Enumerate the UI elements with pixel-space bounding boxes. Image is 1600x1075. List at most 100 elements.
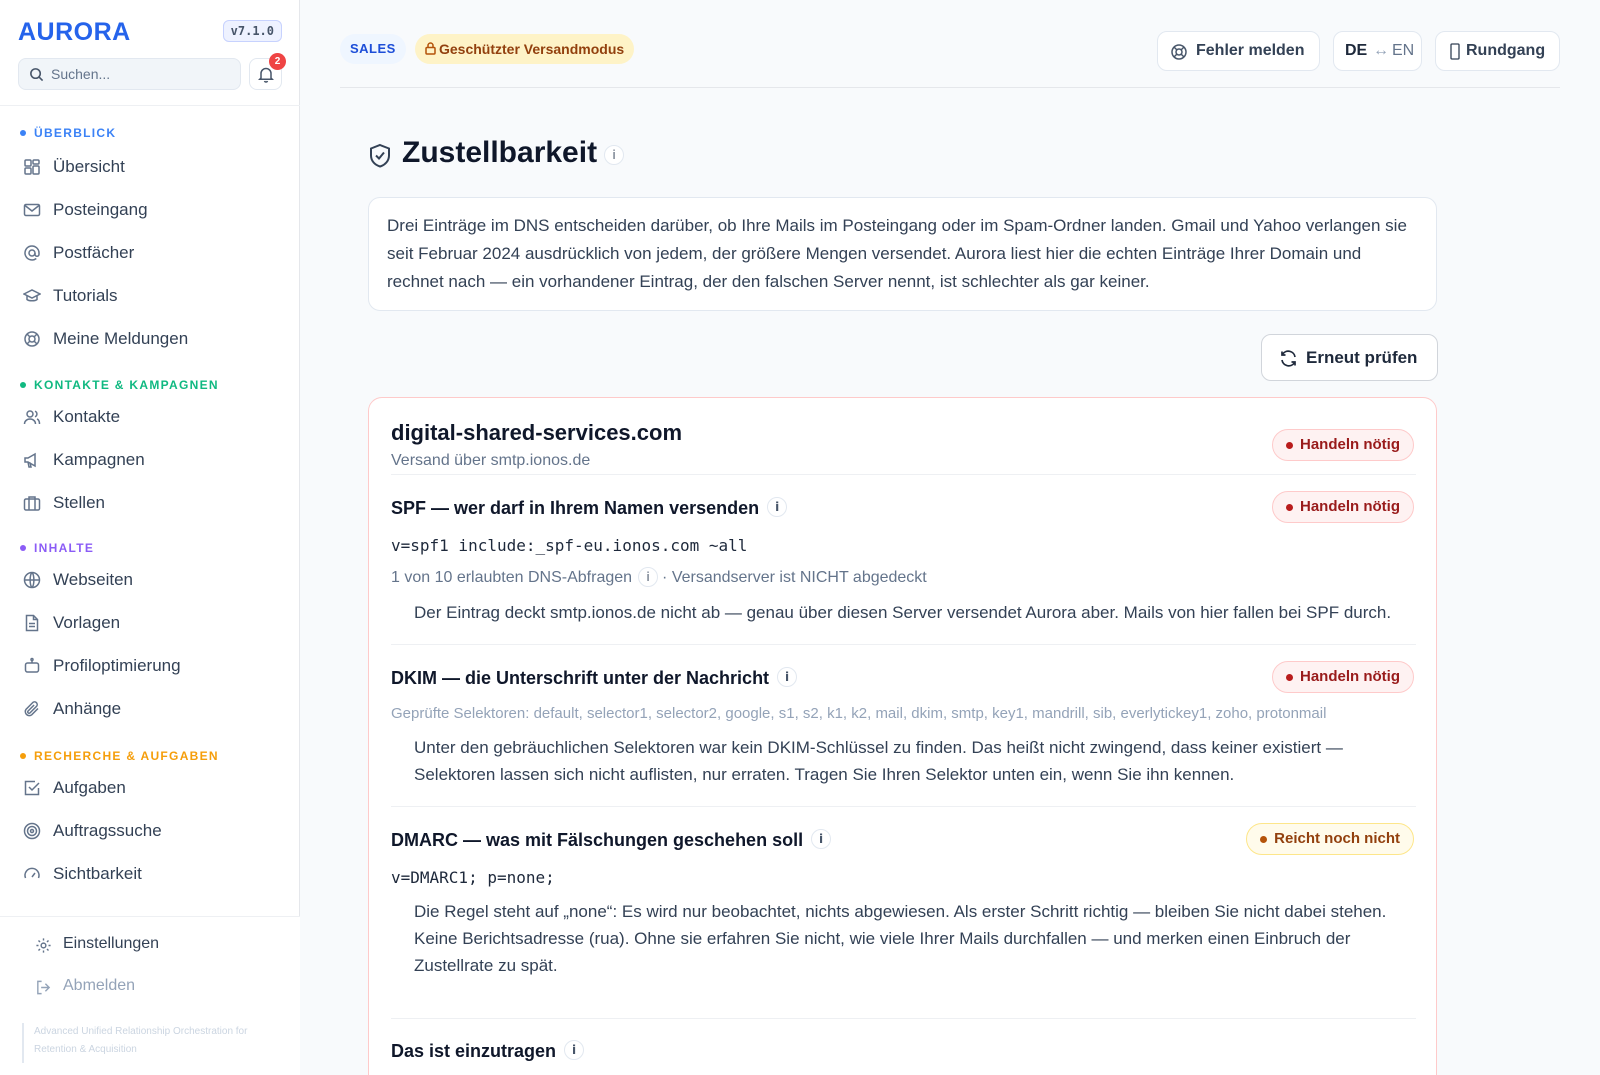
- compass-icon: [1450, 43, 1460, 60]
- sidebar-item-label: Anhänge: [53, 699, 122, 718]
- notifications-button[interactable]: 2: [249, 53, 286, 90]
- sidebar-item-label: Aufgaben: [53, 778, 126, 797]
- divider: [391, 1018, 1416, 1019]
- section-dot: [20, 129, 26, 136]
- version-badge: v7.1.0: [222, 20, 282, 42]
- lang-to: EN: [1392, 42, 1415, 59]
- lifebuoy-icon: [1171, 44, 1187, 60]
- info-icon[interactable]: i: [638, 567, 659, 587]
- sidebar-item-label: Tutorials: [53, 286, 118, 305]
- settings-label: Einstellungen: [63, 935, 160, 952]
- tour-label: Rundgang: [1466, 42, 1546, 59]
- dmarc-record: v=DMARC1; p=none;: [391, 868, 555, 887]
- shield-check-icon: [370, 143, 390, 168]
- sales-pill[interactable]: SALES: [340, 34, 406, 64]
- logout-icon: [37, 980, 51, 995]
- spf-coverage: · Versandserver ist NICHT abgedeckt: [662, 569, 927, 587]
- sidebar-item-anhaenge[interactable]: Anhänge: [20, 692, 282, 726]
- search-box[interactable]: [18, 58, 241, 90]
- sidebar-item-profiloptimierung[interactable]: Profiloptimierung: [20, 649, 282, 683]
- graduation-cap-icon: [23, 289, 41, 302]
- dmarc-status-badge: Reicht noch nicht: [1246, 823, 1414, 855]
- users-icon: [23, 410, 41, 425]
- to-enter-title: Das ist einzutragen i: [391, 1040, 585, 1062]
- retry-label: Erneut prüfen: [1306, 348, 1418, 367]
- info-icon[interactable]: i: [767, 497, 788, 518]
- dmarc-title: DMARC — was mit Fälschungen geschehen so…: [391, 829, 832, 851]
- file-text-icon: [25, 614, 39, 632]
- sidebar-item-uebersicht[interactable]: Übersicht: [20, 150, 282, 184]
- report-bug-label: Fehler melden: [1196, 42, 1305, 59]
- brand-row: AURORA v7.1.0: [18, 18, 282, 48]
- spf-note: Der Eintrag deckt smtp.ionos.de nicht ab…: [414, 603, 1392, 622]
- protected-mode-pill[interactable]: Geschützter Versandmodus: [415, 34, 635, 64]
- spf-meta: 1 von 10 erlaubten DNS-Abfragen i · Versan…: [391, 567, 927, 588]
- robot-icon: [24, 657, 40, 673]
- sidebar-item-kampagnen[interactable]: Kampagnen: [20, 443, 282, 477]
- sidebar-item-vorlagen[interactable]: Vorlagen: [20, 606, 282, 640]
- info-icon[interactable]: i: [604, 145, 624, 165]
- section-dot: [20, 381, 26, 388]
- sidebar-item-sichtbarkeit[interactable]: Sichtbarkeit: [20, 857, 282, 891]
- checkbox-icon: [24, 780, 40, 796]
- info-icon[interactable]: i: [564, 1040, 585, 1061]
- sidebar-item-webseiten[interactable]: Webseiten: [20, 563, 282, 597]
- app-logo[interactable]: AURORA: [18, 18, 131, 47]
- bell-icon: [258, 67, 274, 83]
- sidebar-item-auftragssuche[interactable]: Auftragssuche: [20, 814, 282, 848]
- info-icon[interactable]: i: [777, 667, 798, 688]
- logout-label: Abmelden: [63, 977, 136, 994]
- page-title: Zustellbarkeit: [402, 136, 598, 169]
- domain-name: digital-shared-services.com: [391, 420, 683, 445]
- search-input[interactable]: [51, 64, 231, 84]
- search-icon: [30, 68, 44, 82]
- sidebar-item-posteingang[interactable]: Posteingang: [20, 193, 282, 227]
- lang-from: DE: [1345, 42, 1368, 59]
- sidebar-item-stellen[interactable]: Stellen: [20, 486, 282, 520]
- sidebar-item-label: Postfächer: [53, 243, 135, 262]
- dashboard-icon: [24, 159, 40, 175]
- notification-count-badge: 2: [269, 53, 286, 70]
- section-title-contacts: KONTAKTE & KAMPAGNEN: [20, 377, 219, 393]
- domain-card: digital-shared-services.com Versand über…: [368, 397, 1437, 1075]
- sidebar: AURORA v7.1.0 2 ÜBERBLICK Übersicht Post…: [0, 0, 300, 1075]
- sidebar-item-postfaecher[interactable]: Postfächer: [20, 236, 282, 270]
- protected-mode-label: Geschützter Versandmodus: [439, 41, 625, 57]
- sidebar-footer: Einstellungen Abmelden Advanced Unified …: [0, 916, 300, 1075]
- sidebar-item-label: Übersicht: [53, 157, 125, 176]
- refresh-icon: [1281, 350, 1296, 367]
- paperclip-icon: [24, 701, 39, 717]
- sidebar-item-label: Kampagnen: [53, 450, 145, 469]
- lifebuoy-icon: [24, 331, 40, 347]
- divider: [391, 806, 1416, 807]
- app-tagline: Advanced Unified Relationship Orchestrat…: [22, 1023, 272, 1063]
- language-toggle[interactable]: DE ↔ EN: [1333, 31, 1422, 71]
- spf-title: SPF — wer darf in Ihrem Namen versenden i: [391, 497, 788, 519]
- section-dot: [20, 544, 26, 551]
- tour-button[interactable]: Rundgang: [1435, 31, 1560, 71]
- spf-lookups: 1 von 10 erlaubten DNS-Abfragen: [391, 569, 633, 587]
- sidebar-item-label: Profiloptimierung: [53, 656, 181, 675]
- sidebar-item-tutorials[interactable]: Tutorials: [20, 279, 282, 313]
- sidebar-item-label: Kontakte: [53, 407, 121, 426]
- sidebar-item-meine-meldungen[interactable]: Meine Meldungen: [20, 322, 282, 356]
- info-icon[interactable]: i: [811, 829, 832, 850]
- megaphone-icon: [24, 452, 36, 468]
- spf-title-text: SPF — wer darf in Ihrem Namen versenden: [391, 498, 760, 518]
- mail-icon: [23, 203, 41, 217]
- dkim-note: Unter den gebräuchlichen Selektoren war …: [414, 738, 1343, 784]
- spf-record: v=spf1 include:_spf-eu.ionos.com ~all: [391, 536, 748, 555]
- section-title-research: RECHERCHE & AUFGABEN: [20, 748, 219, 764]
- section-title-label: KONTAKTE & KAMPAGNEN: [34, 378, 219, 392]
- gear-icon: [36, 938, 51, 953]
- report-bug-button[interactable]: Fehler melden: [1157, 31, 1320, 71]
- globe-icon: [23, 571, 41, 589]
- at-sign-icon: [24, 245, 40, 261]
- divider: [391, 644, 1416, 645]
- topbar: SALES Geschützter Versandmodus Fehler me…: [340, 0, 1560, 88]
- sidebar-item-kontakte[interactable]: Kontakte: [20, 400, 282, 434]
- dkim-selectors: Geprüfte Selektoren: default, selector1,…: [391, 705, 1327, 722]
- dkim-title-text: DKIM — die Unterschrift unter der Nachri…: [391, 668, 770, 688]
- retry-check-button[interactable]: Erneut prüfen: [1261, 334, 1438, 381]
- sidebar-item-aufgaben[interactable]: Aufgaben: [20, 771, 282, 805]
